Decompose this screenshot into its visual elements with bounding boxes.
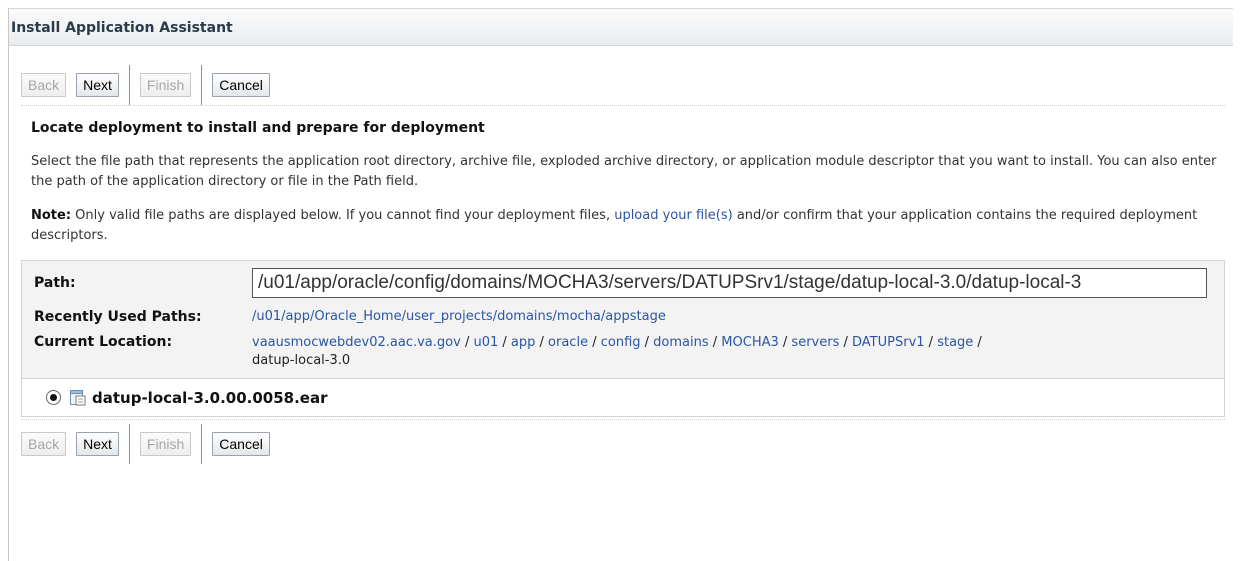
breadcrumb-link[interactable]: domains (653, 335, 708, 350)
file-radio-button[interactable] (46, 390, 61, 405)
section-note: Note: Only valid file paths are displaye… (31, 206, 1217, 246)
breadcrumb-link[interactable]: app (511, 335, 535, 350)
window-title-bar: Install Application Assistant (9, 8, 1233, 46)
breadcrumb-separator: / (588, 335, 601, 350)
cancel-button[interactable]: Cancel (212, 73, 270, 97)
breadcrumb-link[interactable]: MOCHA3 (721, 335, 778, 350)
path-label: Path: (34, 274, 76, 291)
path-input[interactable] (252, 267, 1207, 298)
breadcrumb-separator: / (924, 335, 938, 350)
breadcrumb-link[interactable]: vaausmocwebdev02.aac.va.gov (252, 335, 461, 350)
next-button[interactable]: Next (76, 73, 119, 97)
recent-paths-row: Recently Used Paths: /u01/app/Oracle_Hom… (22, 304, 1224, 330)
top-button-row: Back Next Finish Cancel (9, 65, 1233, 105)
breadcrumb-separator: / (535, 335, 549, 350)
breadcrumb-current: datup-local-3.0 (252, 353, 351, 368)
next-button[interactable]: Next (76, 432, 119, 456)
file-list-item[interactable]: datup-local-3.0.00.0058.ear (21, 379, 1225, 417)
current-location-label: Current Location: (34, 334, 173, 350)
back-button[interactable]: Back (21, 73, 67, 97)
breadcrumb-separator: / (778, 335, 792, 350)
note-label: Note: (31, 208, 72, 223)
bottom-button-row: Back Next Finish Cancel (9, 424, 1233, 464)
breadcrumb: vaausmocwebdev02.aac.va.gov / u01 / app … (252, 334, 982, 370)
section-content: Locate deployment to install and prepare… (9, 120, 1233, 246)
breadcrumb-separator: / (973, 335, 982, 350)
path-selection-grid: Path: Recently Used Paths: /u01/app/Orac… (21, 260, 1225, 379)
note-text: Only valid file paths are displayed belo… (71, 208, 615, 223)
upload-files-link[interactable]: upload your file(s) (614, 208, 733, 223)
breadcrumb-link[interactable]: config (601, 335, 641, 350)
divider (21, 419, 1225, 420)
back-button[interactable]: Back (21, 432, 67, 456)
breadcrumb-link[interactable]: u01 (473, 335, 498, 350)
breadcrumb-link[interactable]: DATUPSrv1 (852, 335, 925, 350)
section-heading: Locate deployment to install and prepare… (31, 120, 485, 136)
breadcrumb-separator: / (839, 335, 853, 350)
breadcrumb-separator: / (708, 335, 722, 350)
cancel-button[interactable]: Cancel (212, 432, 270, 456)
file-name: datup-local-3.0.00.0058.ear (92, 388, 328, 407)
button-separator (201, 65, 203, 105)
path-row: Path: (22, 261, 1224, 304)
breadcrumb-link[interactable]: stage (937, 335, 973, 350)
current-location-row: Current Location: vaausmocwebdev02.aac.v… (22, 330, 1224, 378)
recent-paths-label: Recently Used Paths: (34, 309, 202, 325)
button-separator (128, 424, 130, 464)
finish-button[interactable]: Finish (139, 432, 192, 456)
archive-file-icon (70, 390, 86, 406)
install-assistant-panel: Install Application Assistant Back Next … (8, 8, 1233, 561)
recent-path-link[interactable]: /u01/app/Oracle_Home/user_projects/domai… (252, 308, 666, 326)
button-separator (128, 65, 130, 105)
button-separator (201, 424, 203, 464)
divider (21, 105, 1225, 106)
breadcrumb-separator: / (460, 335, 474, 350)
section-description: Select the file path that represents the… (31, 154, 1217, 189)
breadcrumb-link[interactable]: oracle (548, 335, 588, 350)
finish-button[interactable]: Finish (139, 73, 192, 97)
window-title: Install Application Assistant (11, 20, 233, 36)
breadcrumb-link[interactable]: servers (791, 335, 839, 350)
breadcrumb-separator: / (498, 335, 511, 350)
breadcrumb-separator: / (640, 335, 654, 350)
